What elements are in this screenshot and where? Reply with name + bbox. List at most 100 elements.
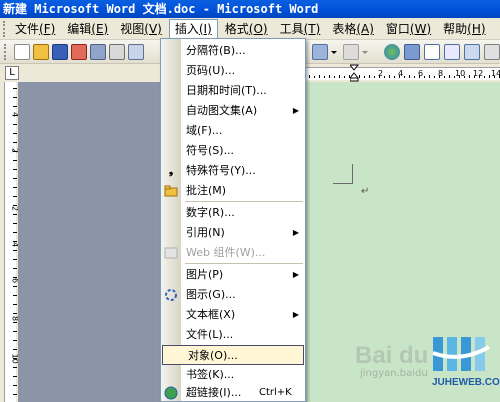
menu-help[interactable]: 帮助(H) [438,19,490,39]
ruler-tick [494,76,495,78]
ruler-tick [449,75,450,78]
ruler-tick [359,75,360,78]
columns-icon[interactable] [464,44,480,60]
email-icon[interactable] [90,44,106,60]
ruler-tick [13,178,17,179]
print-preview-icon[interactable] [128,44,144,60]
menu-item-date-time[interactable]: 日期和时间(T)... [161,81,305,101]
tables-borders-icon[interactable] [404,44,420,60]
open-folder-icon[interactable] [33,44,49,60]
menu-item-object[interactable]: 对象(O)... [162,345,304,365]
window-title: 新建 Microsoft Word 文档.doc - Microsoft Wor… [3,2,319,16]
ruler-tick [439,75,440,78]
menu-item-text-box[interactable]: 文本框(X) ▶ [161,305,305,325]
menu-item-comment[interactable]: 批注(M) [161,181,305,201]
ruler-number: 4 [398,69,404,78]
tab-selector[interactable]: L [5,66,19,80]
menu-item-bookmark[interactable]: 书签(K)... [161,365,305,385]
menu-item-special-symbol[interactable]: ❟ 特殊符号(Y)... [161,161,305,181]
ruler-tick [13,304,17,305]
ruler-tick [374,76,375,78]
ruler-tick [13,133,17,134]
ruler-tick [329,75,330,78]
menu-file[interactable]: 文件(F) [10,19,60,39]
ruler-tick [369,75,370,78]
ruler-tick [13,196,17,197]
ruler-tick [13,232,17,233]
submenu-arrow-icon: ▶ [292,310,299,319]
title-bar: 新建 Microsoft Word 文档.doc - Microsoft Wor… [0,0,500,18]
menu-edit[interactable]: 编辑(E) [62,19,113,39]
ruler-number: 10 [455,69,466,78]
menu-window[interactable]: 窗口(W) [381,19,436,39]
ruler-tick [454,76,455,78]
menu-bar-grip[interactable] [3,20,9,37]
menu-item-symbol[interactable]: 符号(S)... [161,141,305,161]
menu-item-reference[interactable]: 引用(N) ▶ [161,223,305,243]
redo-icon[interactable] [343,44,359,60]
menu-item-hyperlink[interactable]: 超链接(I)... Ctrl+K [161,383,305,402]
drawing-icon[interactable] [484,44,500,60]
ruler-tick [414,76,415,78]
menu-item-page-numbers[interactable]: 页码(U)... [161,61,305,81]
comma-icon: ❟ [168,164,174,177]
ruler-tick [13,286,17,287]
crop-mark [333,183,353,184]
ruler-tick [13,106,17,107]
ruler-tick [344,76,345,78]
menu-item-break[interactable]: 分隔符(B)... [161,41,305,61]
ruler-tick [394,76,395,78]
menu-view[interactable]: 视图(V) [115,19,167,39]
insert-table-icon[interactable] [424,44,440,60]
menu-item-autotext[interactable]: 自动图文集(A) ▶ [161,101,305,121]
diagram-icon [164,288,178,302]
menu-separator [185,263,303,264]
ruler-tick [319,75,320,78]
undo-icon[interactable] [312,44,328,60]
menu-tools[interactable]: 工具(T) [275,19,326,39]
ruler-tick [324,76,325,78]
menu-insert[interactable]: 插入(I) [168,18,218,39]
menu-format[interactable]: 格式(O) [220,19,273,39]
baidu-watermark: Bai du [355,342,429,369]
ruler-tick [13,187,17,188]
insert-hyperlink-icon[interactable] [384,44,400,60]
menu-item-diagram[interactable]: 图示(G)... [161,285,305,305]
ruler-tick [13,376,17,377]
ruler-tick [13,367,17,368]
save-disk-icon[interactable] [52,44,68,60]
vertical-ruler[interactable]: 4 2 2 4 6 8 10 [0,82,20,402]
indent-marker-icon[interactable] [348,64,360,82]
undo-dropdown-icon[interactable] [330,44,338,60]
new-document-icon[interactable] [14,44,30,60]
print-icon[interactable] [109,44,125,60]
ruler-tick [334,76,335,78]
insert-excel-icon[interactable] [444,44,460,60]
permission-icon[interactable] [71,44,87,60]
ruler-tick [13,214,17,215]
ruler-tick [474,76,475,78]
crop-mark [352,164,353,184]
toolbar-grip[interactable] [4,44,10,60]
ruler-number: 12 [473,69,484,78]
menu-item-picture[interactable]: 图片(P) ▶ [161,265,305,285]
ruler-tick [379,75,380,78]
ruler-tick [13,259,17,260]
insert-menu-dropdown: 分隔符(B)... 页码(U)... 日期和时间(T)... 自动图文集(A) ▶… [160,38,306,402]
menu-item-number[interactable]: 数字(R)... [161,203,305,223]
ruler-tick [13,295,17,296]
ruler-tick [13,250,17,251]
ruler-tick [13,223,17,224]
ruler-tick [13,322,17,323]
ruler-tick [13,115,17,116]
ruler-tick [13,331,17,332]
ruler-tick [409,75,410,78]
ruler-number: 8 [438,69,444,78]
ruler-tick [309,75,310,78]
menu-table[interactable]: 表格(A) [327,19,379,39]
ruler-tick [459,75,460,78]
menu-item-file[interactable]: 文件(L)... [161,325,305,345]
page-margin-area [18,82,160,402]
menu-item-field[interactable]: 域(F)... [161,121,305,141]
redo-dropdown-icon[interactable] [361,44,369,60]
